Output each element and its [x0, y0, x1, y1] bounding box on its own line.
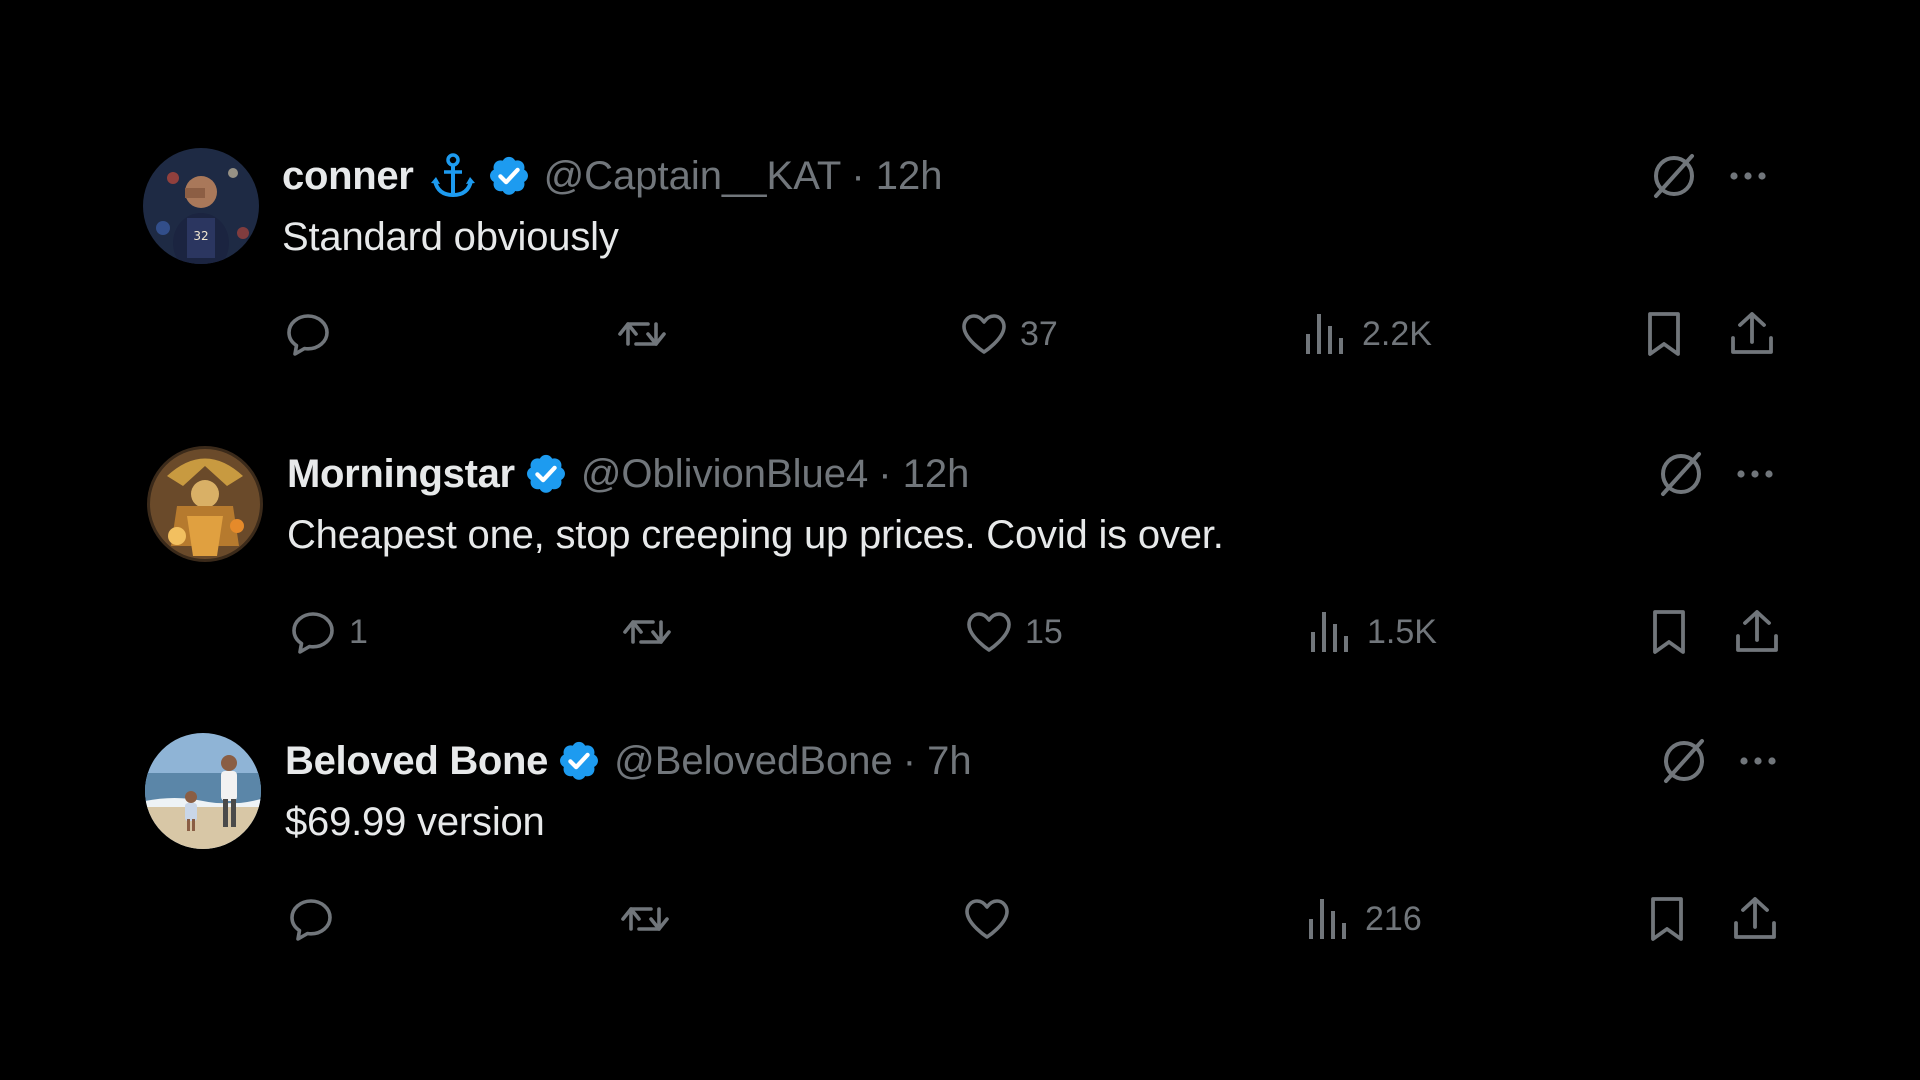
verified-badge-icon[interactable]	[556, 738, 602, 784]
tweet-text: Cheapest one, stop creeping up prices. C…	[287, 513, 1224, 557]
views-icon	[1309, 899, 1346, 939]
display-name[interactable]: Morningstar	[287, 452, 515, 497]
more-options-icon[interactable]	[1724, 152, 1772, 200]
share-icon	[1734, 897, 1776, 939]
tweet-text: $69.99 version	[285, 800, 545, 844]
reply-icon	[290, 899, 332, 941]
timestamp[interactable]: · 12h	[851, 154, 942, 199]
heart-icon	[965, 899, 1009, 939]
views-icon	[1306, 314, 1343, 354]
timestamp[interactable]: · 12h	[878, 452, 969, 497]
view-count: 1.5K	[1367, 612, 1437, 651]
repost-button[interactable]	[619, 889, 681, 949]
like-button[interactable]: 15	[963, 602, 1063, 662]
view-count: 216	[1365, 899, 1422, 938]
grok-icon[interactable]	[1655, 448, 1707, 500]
more-options-icon[interactable]	[1734, 737, 1782, 785]
verified-badge-icon[interactable]	[523, 451, 569, 497]
reply-button[interactable]: 1	[287, 602, 368, 662]
tweet-actions: 216	[285, 889, 1805, 949]
tweet[interactable]: Beloved Bone @BelovedBone · 7h $69.99 ve…	[0, 725, 1920, 995]
share-button[interactable]	[1726, 304, 1778, 364]
tweet[interactable]: 32 conner @Captain__KAT · 12h Standard o…	[0, 140, 1920, 410]
tweet-text: Standard obviously	[282, 215, 619, 259]
avatar-image	[145, 733, 261, 849]
like-count: 37	[1020, 314, 1058, 353]
heart-icon	[967, 612, 1011, 652]
views-button[interactable]: 1.5K	[1305, 602, 1437, 662]
avatar-image	[147, 446, 263, 562]
reply-icon	[292, 612, 334, 654]
tweet-header: conner @Captain__KAT · 12h	[282, 146, 943, 206]
repost-icon	[623, 620, 671, 644]
repost-icon	[621, 907, 669, 931]
like-count: 15	[1025, 612, 1063, 651]
avatar-image: 32	[143, 148, 259, 264]
repost-button[interactable]	[616, 304, 678, 364]
views-button[interactable]: 2.2K	[1300, 304, 1432, 364]
share-icon	[1736, 610, 1778, 652]
handle[interactable]: @BelovedBone	[614, 739, 893, 784]
share-button[interactable]	[1731, 602, 1783, 662]
avatar[interactable]	[145, 733, 261, 849]
bookmark-button[interactable]	[1641, 889, 1693, 949]
bookmark-button[interactable]	[1643, 602, 1695, 662]
repost-icon	[618, 322, 666, 346]
bookmark-icon	[1648, 312, 1680, 356]
share-icon	[1731, 312, 1773, 354]
like-button[interactable]: 37	[958, 304, 1058, 364]
verified-badge-icon[interactable]	[486, 153, 532, 199]
display-name[interactable]: conner	[282, 154, 414, 199]
views-button[interactable]: 216	[1303, 889, 1422, 949]
avatar[interactable]	[147, 446, 263, 562]
bookmark-icon	[1651, 897, 1683, 941]
repost-button[interactable]	[621, 602, 683, 662]
reply-icon	[287, 314, 329, 356]
timestamp[interactable]: · 7h	[903, 739, 972, 784]
like-button[interactable]	[961, 889, 1023, 949]
tweet-actions: 37 2.2K	[282, 304, 1802, 364]
grok-icon[interactable]	[1658, 735, 1710, 787]
tweet[interactable]: Morningstar @OblivionBlue4 · 12h Cheapes…	[0, 438, 1920, 708]
bookmark-icon	[1653, 610, 1685, 654]
handle[interactable]: @OblivionBlue4	[581, 452, 868, 497]
reply-count: 1	[349, 612, 368, 651]
grok-icon[interactable]	[1648, 150, 1700, 202]
reply-button[interactable]	[282, 304, 344, 364]
tweet-actions: 1 15 1.5K	[287, 602, 1807, 662]
display-name[interactable]: Beloved Bone	[285, 739, 548, 784]
bookmark-button[interactable]	[1638, 304, 1690, 364]
avatar[interactable]: 32	[143, 148, 259, 264]
heart-icon	[962, 314, 1006, 354]
tweet-header: Beloved Bone @BelovedBone · 7h	[285, 731, 972, 791]
svg-text:32: 32	[193, 229, 208, 243]
handle[interactable]: @Captain__KAT	[544, 154, 842, 199]
anchor-emoji	[428, 151, 478, 201]
views-icon	[1311, 612, 1348, 652]
tweet-header: Morningstar @OblivionBlue4 · 12h	[287, 444, 969, 504]
view-count: 2.2K	[1362, 314, 1432, 353]
more-options-icon[interactable]	[1731, 450, 1779, 498]
reply-button[interactable]	[285, 889, 347, 949]
share-button[interactable]	[1729, 889, 1781, 949]
